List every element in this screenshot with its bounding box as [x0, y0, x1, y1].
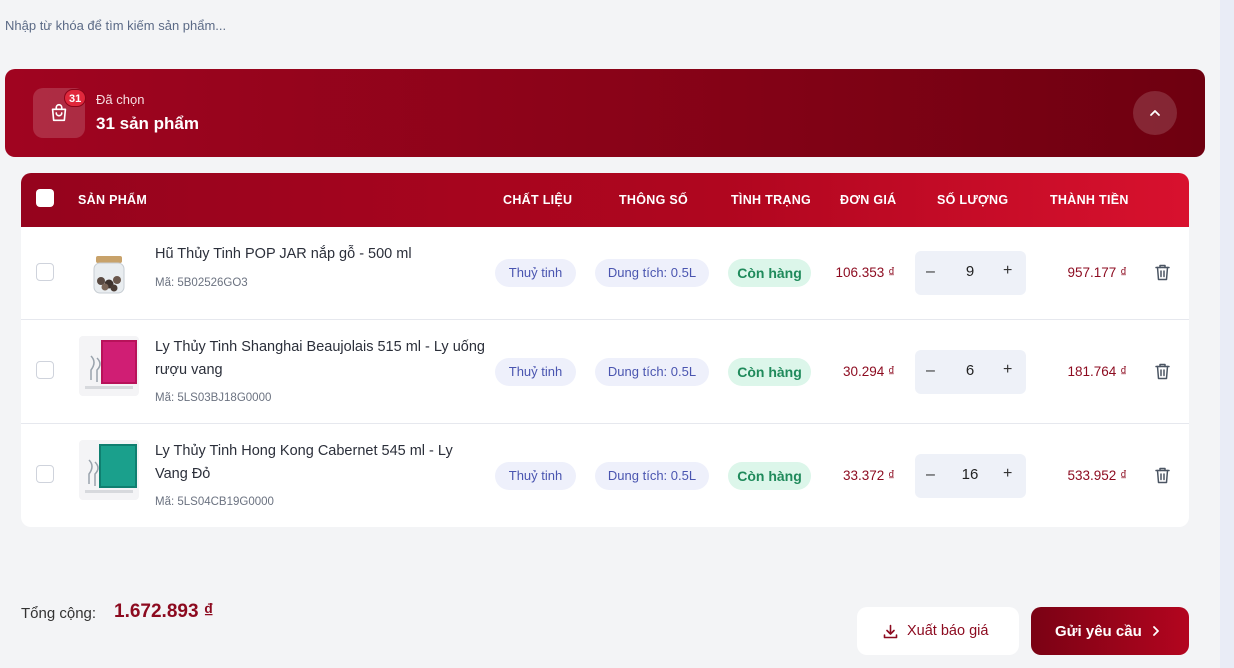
product-name[interactable]: Ly Thủy Tinh Shanghai Beaujolais 515 ml …: [155, 336, 485, 382]
product-thumbnail: [79, 243, 139, 303]
increase-button[interactable]: +: [1003, 361, 1012, 379]
product-name[interactable]: Hũ Thủy Tinh POP JAR nắp gỗ - 500 ml: [155, 243, 485, 266]
col-spec: THÔNG SỐ: [619, 193, 689, 207]
selection-header: 31 Đã chọn 31 sản phẩm: [5, 69, 1205, 157]
unit-price: 30.294 ₫: [843, 364, 895, 379]
export-quote-label: Xuất báo giá: [907, 623, 989, 639]
line-total: 533.952 ₫: [1067, 468, 1127, 483]
increase-button[interactable]: +: [1003, 262, 1012, 280]
decrease-button[interactable]: –: [926, 362, 935, 380]
total-value: 1.672.893 ₫: [114, 601, 214, 622]
spec-chip: Dung tích: 0.5L: [595, 259, 709, 287]
table-row: Ly Thủy Tinh Shanghai Beaujolais 515 ml …: [21, 320, 1189, 424]
col-status: TÌNH TRẠNG: [731, 193, 812, 207]
line-total: 957.177 ₫: [1067, 265, 1127, 280]
increase-button[interactable]: +: [1003, 465, 1012, 483]
line-total: 181.764 ₫: [1067, 364, 1127, 379]
selected-label: Đã chọn: [96, 92, 145, 107]
cart-count-badge: 31: [64, 89, 87, 107]
col-unit-price: ĐƠN GIÁ: [840, 193, 897, 207]
quantity-value[interactable]: 16: [955, 466, 985, 483]
trash-icon[interactable]: [1155, 363, 1170, 380]
total-label: Tổng cộng:: [21, 605, 97, 622]
chevron-up-icon: [1150, 110, 1160, 116]
col-material: CHẤT LIỆU: [503, 193, 573, 207]
send-request-button[interactable]: Gửi yêu cầu: [1031, 607, 1189, 655]
quantity-value[interactable]: 6: [955, 362, 985, 379]
quantity-stepper: – 16 +: [915, 454, 1026, 498]
download-icon: [883, 624, 898, 639]
product-table: SẢN PHẨM CHẤT LIỆU THÔNG SỐ TÌNH TRẠNG Đ…: [21, 173, 1189, 527]
product-thumbnail: [79, 336, 139, 396]
collapse-button[interactable]: [1133, 91, 1177, 135]
status-badge: Còn hàng: [728, 259, 811, 287]
decrease-button[interactable]: –: [926, 263, 935, 281]
search-input[interactable]: Nhập từ khóa để tìm kiếm sản phẩm...: [5, 18, 226, 33]
col-line-total: THÀNH TIỀN: [1050, 193, 1129, 207]
quantity-stepper: – 6 +: [915, 350, 1026, 394]
export-quote-button[interactable]: Xuất báo giá: [857, 607, 1019, 655]
col-product: SẢN PHẨM: [78, 193, 148, 207]
status-badge: Còn hàng: [728, 358, 811, 386]
row-checkbox[interactable]: [36, 263, 54, 281]
chevron-right-icon: [1153, 626, 1159, 636]
material-chip: Thuỷ tinh: [495, 259, 576, 287]
row-checkbox[interactable]: [36, 361, 54, 379]
col-quantity: SỐ LƯỢNG: [937, 193, 1009, 207]
spec-chip: Dung tích: 0.5L: [595, 358, 709, 386]
product-code: Mã: 5LS04CB19G0000: [155, 496, 274, 508]
material-chip: Thuỷ tinh: [495, 358, 576, 386]
unit-price: 106.353 ₫: [835, 265, 895, 280]
product-code: Mã: 5LS03BJ18G0000: [155, 392, 272, 404]
shopping-bag-icon: [51, 103, 67, 122]
spec-chip: Dung tích: 0.5L: [595, 462, 709, 490]
decrease-button[interactable]: –: [926, 466, 935, 484]
table-row: Hũ Thủy Tinh POP JAR nắp gỗ - 500 ml Mã:…: [21, 227, 1189, 320]
product-name[interactable]: Ly Thủy Tinh Hong Kong Cabernet 545 ml -…: [155, 440, 485, 486]
row-checkbox[interactable]: [36, 465, 54, 483]
send-request-label: Gửi yêu cầu: [1055, 623, 1142, 640]
selected-count: 31 sản phẩm: [96, 114, 199, 133]
scrollbar-track[interactable]: [1220, 0, 1234, 668]
trash-icon[interactable]: [1155, 467, 1170, 484]
quote-page: Nhập từ khóa để tìm kiếm sản phẩm... 31 …: [0, 0, 1220, 668]
unit-price: 33.372 ₫: [843, 468, 895, 483]
product-thumbnail: [79, 440, 139, 500]
table-header: SẢN PHẨM CHẤT LIỆU THÔNG SỐ TÌNH TRẠNG Đ…: [21, 173, 1189, 227]
material-chip: Thuỷ tinh: [495, 462, 576, 490]
table-row: Ly Thủy Tinh Hong Kong Cabernet 545 ml -…: [21, 424, 1189, 527]
status-badge: Còn hàng: [728, 462, 811, 490]
quantity-value[interactable]: 9: [955, 263, 985, 280]
select-all-checkbox[interactable]: [36, 189, 54, 207]
product-code: Mã: 5B02526GO3: [155, 277, 248, 289]
trash-icon[interactable]: [1155, 264, 1170, 281]
quantity-stepper: – 9 +: [915, 251, 1026, 295]
